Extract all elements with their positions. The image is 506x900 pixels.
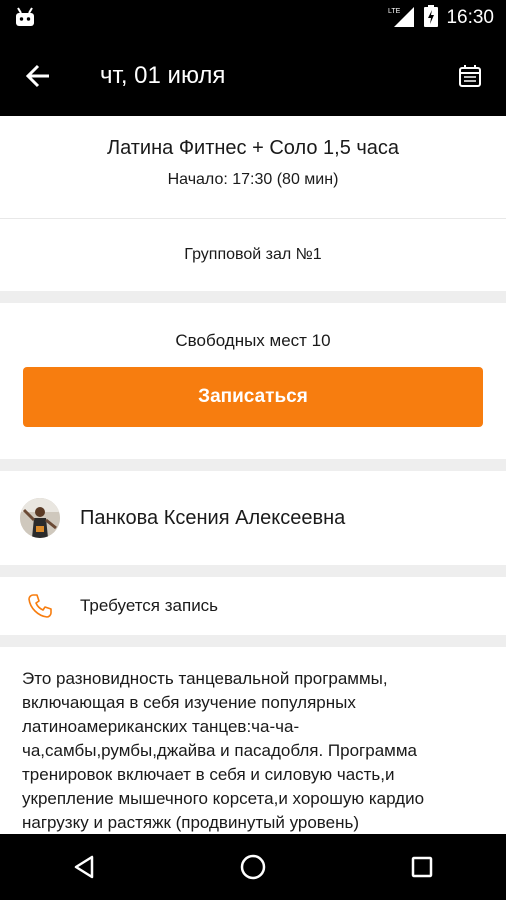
phone-icon xyxy=(28,594,52,618)
section-divider xyxy=(0,291,506,303)
requirement-text: Требуется запись xyxy=(80,596,219,615)
signal-icon: LTE xyxy=(388,5,416,32)
nav-back-button[interactable] xyxy=(54,837,114,897)
content-scroll[interactable]: Латина Фитнес + Соло 1,5 часа Начало: 17… xyxy=(0,116,506,834)
class-description: Это разновидность танцевальной программы… xyxy=(22,669,425,832)
trainer-name: Панкова Ксения Алексеевна xyxy=(80,506,346,529)
booking-section: Свободных мест 10 Записаться xyxy=(0,303,506,459)
nav-home-button[interactable] xyxy=(223,837,283,897)
class-title: Латина Фитнес + Соло 1,5 часа xyxy=(106,137,400,159)
class-start-time: Начало: 17:30 (80 мин) xyxy=(167,171,339,188)
trainer-row[interactable]: Панкова Ксения Алексеевна xyxy=(0,471,506,565)
back-triangle-icon xyxy=(75,855,94,879)
status-time: 16:30 xyxy=(446,7,494,28)
app-bar: чт, 01 июля xyxy=(0,36,506,116)
screen: LTE 16:30 чт, 01 июля Латина Фитнес + Со… xyxy=(0,0,506,900)
section-divider xyxy=(0,565,506,577)
svg-text:LTE: LTE xyxy=(388,8,401,15)
nav-recents-button[interactable] xyxy=(392,837,452,897)
calendar-button[interactable] xyxy=(452,58,488,94)
section-divider xyxy=(0,459,506,471)
back-button[interactable] xyxy=(20,58,56,94)
signup-button[interactable]: Записаться xyxy=(23,367,483,427)
status-bar: LTE 16:30 xyxy=(0,0,506,36)
section-divider xyxy=(0,635,506,647)
recents-square-icon xyxy=(411,856,432,878)
calendar-icon xyxy=(459,65,481,87)
home-circle-icon xyxy=(240,854,266,880)
arrow-back-icon xyxy=(25,64,49,88)
free-places-count: Свободных мест 10 xyxy=(175,331,331,350)
page-title: чт, 01 июля xyxy=(100,62,226,89)
trainer-avatar xyxy=(20,498,60,538)
requirement-row: Требуется запись xyxy=(0,577,506,635)
system-nav-bar xyxy=(0,834,506,900)
status-icons: LTE 16:30 xyxy=(388,0,494,36)
hall-name: Групповой зал №1 xyxy=(184,246,322,263)
class-header: Латина Фитнес + Соло 1,5 часа Начало: 17… xyxy=(0,116,506,219)
android-robot-icon xyxy=(14,7,36,27)
battery-icon xyxy=(424,4,439,32)
